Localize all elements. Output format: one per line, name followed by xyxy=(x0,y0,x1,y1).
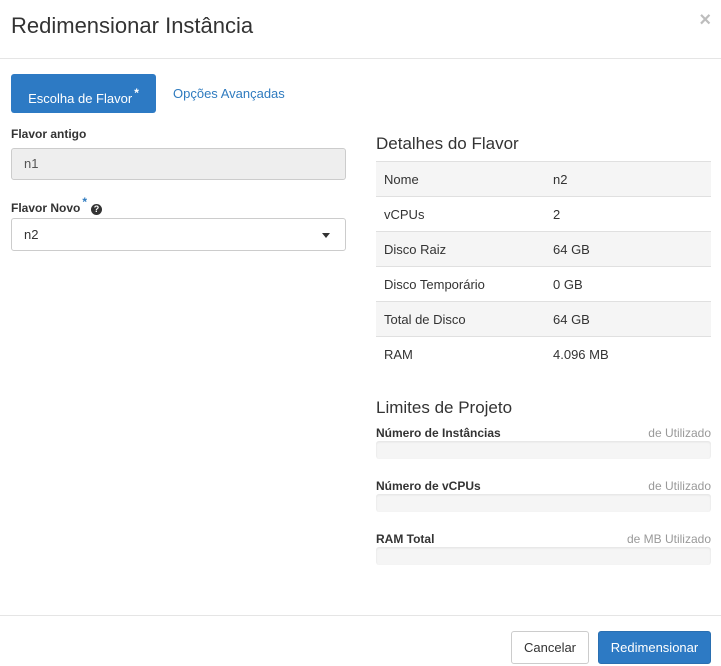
help-icon[interactable]: ? xyxy=(91,204,103,215)
table-row: Disco Temporário 0 GB xyxy=(376,266,711,302)
new-flavor-select[interactable]: n2 xyxy=(11,218,346,251)
detail-name: RAM xyxy=(376,336,545,372)
modal-footer: Cancelar Redimensionar xyxy=(0,615,721,666)
limit-used-vcpus: de Utilizado xyxy=(648,479,711,493)
tab-label: Opções Avançadas xyxy=(173,86,285,101)
limit-label-vcpus: Número de vCPUs xyxy=(376,479,481,493)
old-flavor-field: n1 xyxy=(11,148,346,180)
new-flavor-selected-value: n2 xyxy=(24,227,39,242)
detail-name: Total de Disco xyxy=(376,301,545,337)
chevron-down-icon xyxy=(322,233,330,238)
table-row: RAM 4.096 MB xyxy=(376,336,711,372)
detail-value: 64 GB xyxy=(545,231,711,267)
limit-label-ram: RAM Total xyxy=(376,532,435,546)
detail-value: n2 xyxy=(545,161,711,197)
new-flavor-label: Flavor Novo xyxy=(11,201,81,215)
required-mark: * xyxy=(82,195,88,209)
progress-bar-instances xyxy=(376,441,711,459)
detail-value: 64 GB xyxy=(545,301,711,337)
modal-title: Redimensionar Instância xyxy=(11,13,254,38)
table-row: vCPUs 2 xyxy=(376,196,711,232)
resize-button[interactable]: Redimensionar xyxy=(598,631,711,664)
tab-label: Escolha de Flavor xyxy=(28,91,133,106)
required-mark: * xyxy=(134,86,139,100)
old-flavor-label: Flavor antigo xyxy=(11,127,87,141)
progress-bar-vcpus xyxy=(376,494,711,512)
table-row: Disco Raiz 64 GB xyxy=(376,231,711,267)
cancel-button[interactable]: Cancelar xyxy=(511,631,589,664)
tab-opcoes-avancadas[interactable]: Opções Avançadas xyxy=(173,74,285,113)
flavor-details-table: Nome n2 vCPUs 2 Disco Raiz 64 GB Disco Temp… xyxy=(376,161,711,372)
new-flavor-label-group: Flavor Novo *? xyxy=(11,195,103,215)
progress-bar-ram xyxy=(376,547,711,565)
detail-name: vCPUs xyxy=(376,196,545,232)
detail-value: 2 xyxy=(545,196,711,232)
table-row: Nome n2 xyxy=(376,161,711,197)
detail-name: Disco Raiz xyxy=(376,231,545,267)
limit-used-instances: de Utilizado xyxy=(648,426,711,440)
detail-name: Nome xyxy=(376,161,545,197)
tab-escolha-de-flavor[interactable]: Escolha de Flavor * xyxy=(11,74,156,113)
detail-value: 0 GB xyxy=(545,266,711,302)
detail-value: 4.096 MB xyxy=(545,336,711,372)
modal-header: Redimensionar Instância × xyxy=(0,0,721,59)
detail-name: Disco Temporário xyxy=(376,266,545,302)
limit-used-ram: de MB Utilizado xyxy=(626,532,711,546)
table-row: Total de Disco 64 GB xyxy=(376,301,711,337)
project-limits-title: Limites de Projeto xyxy=(376,398,513,417)
flavor-details-title: Detalhes do Flavor xyxy=(376,134,519,153)
limit-label-instances: Número de Instâncias xyxy=(376,426,501,440)
close-icon[interactable]: × xyxy=(699,10,711,30)
